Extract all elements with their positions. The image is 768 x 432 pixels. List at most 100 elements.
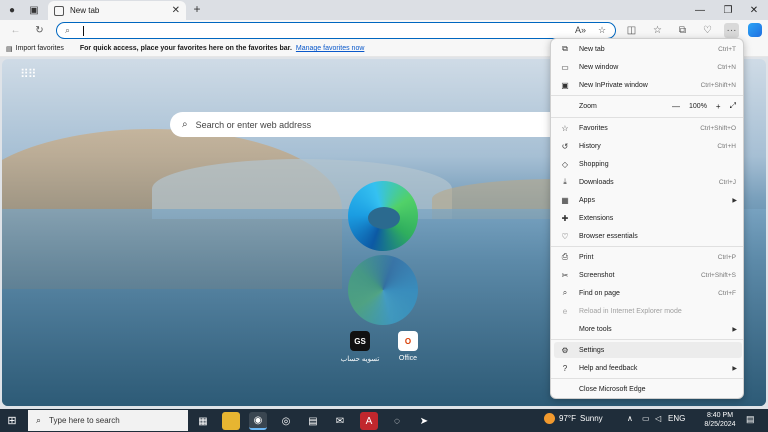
menu-item-browser-essentials[interactable]: ♡ Browser essentials bbox=[554, 228, 742, 244]
quick-link-tile[interactable]: GS تسویه حساب bbox=[338, 331, 382, 363]
print-icon: ⎙ bbox=[561, 252, 569, 261]
close-window-button[interactable]: ✕ bbox=[740, 0, 768, 20]
windows-start-icon[interactable]: ⊞ bbox=[6, 414, 18, 427]
menu-item-label: Shopping bbox=[579, 160, 609, 168]
extensions-icon: ✚ bbox=[561, 213, 569, 223]
tab-actions-icon[interactable]: ▣ bbox=[26, 2, 42, 18]
menu-item-apps[interactable]: ▦ Apps ▶ bbox=[554, 192, 742, 208]
menu-item-label: Apps bbox=[579, 196, 595, 204]
text-caret bbox=[83, 26, 84, 36]
menu-item-help-and-feedback[interactable]: ? Help and feedback ▶ bbox=[554, 360, 742, 376]
menu-item-screenshot[interactable]: ✂ Screenshot Ctrl+Shift+S bbox=[554, 267, 742, 283]
show-hidden-icons[interactable]: ∧ bbox=[627, 414, 633, 423]
search-icon: ⌕ bbox=[36, 415, 42, 425]
favorite-star-icon[interactable]: ☆ bbox=[598, 25, 606, 36]
settings-and-more-button[interactable]: ··· bbox=[724, 23, 739, 38]
refresh-icon[interactable]: ↻ bbox=[32, 23, 47, 38]
menu-item-label: Close Microsoft Edge bbox=[579, 385, 646, 393]
task-view-icon[interactable]: ▦ bbox=[194, 412, 212, 430]
menu-item-print[interactable]: ⎙ Print Ctrl+P bbox=[554, 249, 742, 265]
menu-item-shortcut: Ctrl+F bbox=[718, 289, 736, 297]
menu-item-close-edge[interactable]: Close Microsoft Edge bbox=[554, 381, 742, 397]
menu-item-label: Extensions bbox=[579, 214, 614, 222]
weather-desc: Sunny bbox=[579, 414, 603, 423]
mail-icon[interactable]: ✉ bbox=[331, 412, 349, 430]
menu-item-zoom: Zoom — 100% + ⤢ bbox=[554, 98, 742, 114]
menu-item-label: Zoom bbox=[579, 102, 597, 110]
volume-icon[interactable]: ◁ bbox=[655, 414, 661, 423]
page-search-box[interactable]: ⌕ Search or enter web address bbox=[170, 112, 570, 137]
menu-item-label: More tools bbox=[579, 325, 612, 333]
app-launcher-icon[interactable]: ⠿⠿ bbox=[20, 67, 37, 81]
back-arrow-icon[interactable]: ← bbox=[8, 23, 23, 38]
tab-new-tab[interactable]: New tab ✕ bbox=[48, 1, 186, 20]
weather-widget[interactable]: 97°F Sunny bbox=[544, 413, 603, 424]
menu-item-shortcut: Ctrl+J bbox=[718, 178, 736, 186]
menu-item-new-window[interactable]: ▭ New window Ctrl+N bbox=[554, 59, 742, 75]
menu-item-shortcut: Ctrl+Shift+N bbox=[700, 81, 736, 89]
menu-item-downloads[interactable]: ⤓ Downloads Ctrl+J bbox=[554, 174, 742, 190]
zoom-out-button[interactable]: — bbox=[672, 102, 680, 111]
menu-item-history[interactable]: ↺ History Ctrl+H bbox=[554, 138, 742, 154]
menu-separator bbox=[551, 95, 743, 96]
menu-item-shopping[interactable]: ◇ Shopping bbox=[554, 156, 742, 172]
menu-item-label: Reload in Internet Explorer mode bbox=[579, 307, 682, 315]
address-bar[interactable]: ⌕ A» ☆ bbox=[56, 22, 616, 39]
title-bar: ● ▣ New tab ✕ + — ❐ ✕ bbox=[0, 0, 768, 20]
taskbar-clock[interactable]: 8:40 PM 8/25/2024 bbox=[700, 411, 740, 429]
acrobat-icon[interactable]: A bbox=[360, 412, 378, 430]
fullscreen-icon[interactable]: ⤢ bbox=[730, 101, 736, 111]
chrome-icon[interactable]: ◎ bbox=[277, 412, 295, 430]
browser-essentials-icon[interactable]: ♡ bbox=[700, 23, 715, 38]
collections-icon[interactable]: ⧉ bbox=[675, 23, 690, 38]
notification-icon[interactable]: ▤ bbox=[746, 414, 755, 425]
menu-item-new-tab[interactable]: ⧉ New tab Ctrl+T bbox=[554, 41, 742, 57]
maximize-button[interactable]: ❐ bbox=[714, 0, 742, 20]
menu-item-find-on-page[interactable]: ⌕ Find on page Ctrl+F bbox=[554, 285, 742, 301]
minimize-button[interactable]: — bbox=[686, 0, 714, 20]
app-icon[interactable]: ◌ bbox=[388, 412, 406, 430]
taskbar-search-box[interactable]: ⌕ Type here to search bbox=[28, 410, 188, 431]
menu-item-shortcut: Ctrl+P bbox=[717, 253, 736, 261]
menu-item-favorites[interactable]: ☆ Favorites Ctrl+Shift+O bbox=[554, 120, 742, 136]
edge-logo-reflection bbox=[348, 255, 418, 325]
new-tab-button[interactable]: + bbox=[190, 2, 204, 16]
quick-link-label: تسویه حساب bbox=[340, 356, 380, 363]
tab-close-icon[interactable]: ✕ bbox=[172, 5, 180, 16]
menu-item-new-inprivate-window[interactable]: ▣ New InPrivate window Ctrl+Shift+N bbox=[554, 77, 742, 93]
file-explorer-icon[interactable] bbox=[222, 412, 240, 430]
sun-icon bbox=[544, 413, 555, 424]
copilot-icon[interactable] bbox=[748, 23, 762, 37]
shopping-icon: ◇ bbox=[561, 159, 569, 169]
import-favorites-button[interactable]: ▤ Import favorites bbox=[6, 45, 64, 53]
menu-item-shortcut: Ctrl+T bbox=[718, 45, 736, 53]
screenshot-icon: ✂ bbox=[561, 270, 569, 280]
tab-title: New tab bbox=[70, 6, 100, 15]
clock-time: 8:40 PM bbox=[706, 412, 734, 419]
menu-item-settings[interactable]: ⚙ Settings bbox=[554, 342, 742, 358]
page-search-placeholder: Search or enter web address bbox=[195, 119, 312, 130]
zoom-in-button[interactable]: + bbox=[716, 102, 721, 111]
quick-link-office[interactable]: O Office bbox=[386, 331, 430, 362]
edge-taskbar-icon[interactable]: ◉ bbox=[249, 412, 267, 430]
telegram-icon[interactable]: ➤ bbox=[415, 412, 433, 430]
store-icon[interactable]: ▤ bbox=[304, 412, 322, 430]
find-icon: ⌕ bbox=[562, 288, 568, 297]
taskbar-search-placeholder: Type here to search bbox=[49, 416, 120, 425]
menu-item-label: Help and feedback bbox=[579, 364, 638, 372]
network-icon[interactable]: ▭ bbox=[642, 414, 650, 423]
ie-mode-icon: e bbox=[562, 306, 568, 316]
menu-item-extensions[interactable]: ✚ Extensions bbox=[554, 210, 742, 226]
manage-favorites-link[interactable]: Manage favorites now bbox=[296, 45, 364, 52]
help-icon: ? bbox=[562, 363, 568, 373]
menu-separator bbox=[551, 117, 743, 118]
search-icon: ⌕ bbox=[65, 25, 71, 35]
menu-item-label: Downloads bbox=[579, 178, 614, 186]
profile-icon[interactable]: ● bbox=[4, 2, 20, 18]
history-icon: ↺ bbox=[561, 141, 569, 151]
language-indicator[interactable]: ENG bbox=[668, 414, 685, 423]
menu-item-more-tools[interactable]: More tools ▶ bbox=[554, 321, 742, 337]
favorites-icon[interactable]: ☆ bbox=[650, 23, 665, 38]
read-aloud-icon[interactable]: A» bbox=[575, 25, 586, 35]
split-screen-icon[interactable]: ◫ bbox=[624, 23, 639, 38]
